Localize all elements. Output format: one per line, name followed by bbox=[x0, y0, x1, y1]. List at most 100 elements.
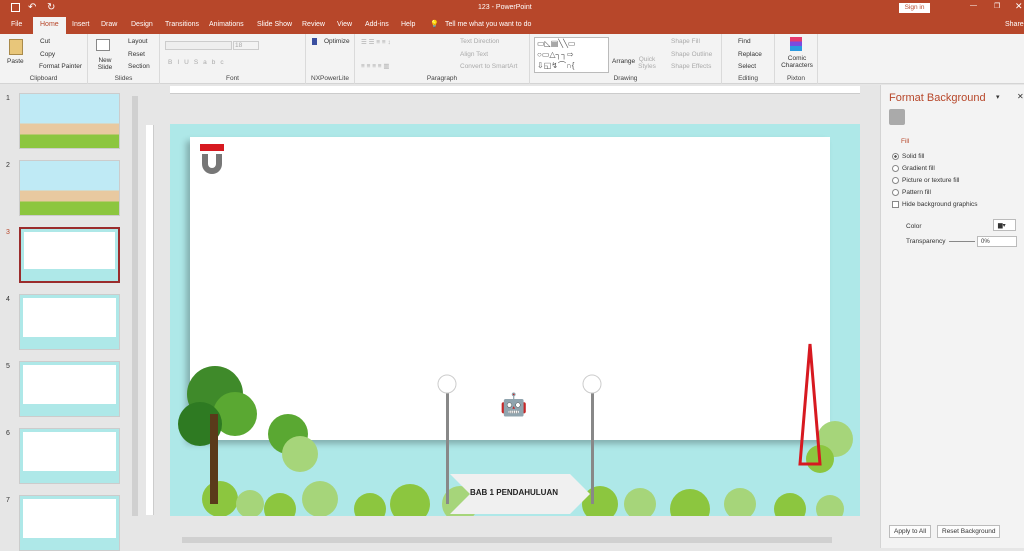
cut-button[interactable]: Cut bbox=[40, 38, 50, 45]
slide-number: 2 bbox=[6, 162, 10, 169]
format-background-pane: Format Background ▾ ✕ Fill Solid fill Gr… bbox=[880, 85, 1024, 548]
group-label: Paragraph bbox=[426, 75, 458, 82]
slide-number: 6 bbox=[6, 430, 10, 437]
find-button[interactable]: Find bbox=[738, 38, 751, 45]
undo-icon[interactable]: ↶ bbox=[28, 2, 36, 13]
horizontal-scrollbar[interactable] bbox=[182, 537, 832, 543]
option-label: Hide background graphics bbox=[902, 201, 978, 208]
slide-thumbnail[interactable] bbox=[19, 93, 120, 149]
new-slide-icon bbox=[96, 39, 110, 51]
option-label: Pattern fill bbox=[902, 189, 931, 196]
tab-view[interactable]: View bbox=[337, 21, 352, 28]
thumbnail-panel bbox=[23, 432, 116, 471]
tab-home[interactable]: Home bbox=[33, 17, 66, 34]
tab-design[interactable]: Design bbox=[131, 21, 153, 28]
robot-figure: 🤖 bbox=[500, 392, 528, 417]
tab-slide-show[interactable]: Slide Show bbox=[257, 21, 292, 28]
section-button[interactable]: Section bbox=[128, 63, 150, 70]
pane-close-button[interactable]: ✕ bbox=[1017, 92, 1024, 101]
vertical-ruler bbox=[146, 125, 154, 515]
transparency-slider[interactable] bbox=[949, 241, 975, 242]
align-text-button[interactable]: Align Text bbox=[460, 51, 488, 58]
tab-help[interactable]: Help bbox=[401, 21, 415, 28]
chapter-banner: BAB 1 PENDAHULUAN bbox=[470, 488, 559, 497]
tab-review[interactable]: Review bbox=[302, 21, 325, 28]
font-format-buttons[interactable]: BIUSabc bbox=[168, 59, 229, 66]
tab-draw[interactable]: Draw bbox=[101, 21, 117, 28]
replace-button[interactable]: Replace bbox=[738, 51, 762, 58]
group-drawing: ▭◺▤╲╲▭ ○▭△┐┐⇨ ⇩◱↯⌒∩{ Arrange Quick Styles … bbox=[530, 34, 722, 84]
reset-button[interactable]: Reset bbox=[128, 51, 145, 58]
pattern-fill-option[interactable]: Pattern fill bbox=[892, 189, 931, 196]
title-bar: ↶ ↻ 123 - PowerPoint Sign in — ❐ ✕ bbox=[0, 0, 1024, 17]
select-button[interactable]: Select bbox=[738, 63, 756, 70]
slide-thumbnail[interactable] bbox=[19, 428, 120, 484]
share-button[interactable]: Share bbox=[1005, 21, 1024, 28]
slide-thumbnail[interactable] bbox=[19, 361, 120, 417]
reset-background-button[interactable]: Reset Background bbox=[937, 525, 1001, 538]
copy-button[interactable]: Copy bbox=[40, 51, 55, 58]
group-slides: New Slide Layout Reset Section Slides bbox=[88, 34, 160, 84]
format-painter-button[interactable]: Format Painter bbox=[39, 63, 82, 70]
shape-fill-button[interactable]: Shape Fill bbox=[671, 38, 700, 45]
group-label: Pixton bbox=[786, 75, 806, 82]
tab-file[interactable]: File bbox=[11, 21, 22, 28]
close-button[interactable]: ✕ bbox=[1015, 1, 1023, 12]
fill-section-header[interactable]: Fill bbox=[901, 138, 909, 145]
apply-to-all-button[interactable]: Apply to All bbox=[889, 525, 932, 538]
tab-add-ins[interactable]: Add-ins bbox=[365, 21, 389, 28]
comic-characters-button[interactable]: Comic Characters bbox=[780, 55, 814, 69]
tell-me-input[interactable]: Tell me what you want to do bbox=[445, 21, 531, 28]
picture-fill-option[interactable]: Picture or texture fill bbox=[892, 177, 959, 184]
text-direction-button[interactable]: Text Direction bbox=[460, 38, 499, 45]
thumbnail-panel bbox=[24, 232, 115, 269]
paste-icon bbox=[9, 39, 23, 55]
font-size-input[interactable]: 18 bbox=[233, 41, 259, 50]
bullets-buttons[interactable]: ☰ ☰ ≡ ≡ ↕ bbox=[361, 38, 391, 46]
slide-thumbnail[interactable] bbox=[19, 294, 120, 350]
slide-thumbnail[interactable] bbox=[19, 160, 120, 216]
shapes-gallery[interactable]: ▭◺▤╲╲▭ ○▭△┐┐⇨ ⇩◱↯⌒∩{ bbox=[534, 37, 609, 73]
slide-number: 7 bbox=[6, 497, 10, 504]
thumbnail-scrollbar[interactable] bbox=[132, 96, 138, 516]
slide-editor: 🤖 BAB 1 PENDAHULUAN bbox=[142, 85, 882, 548]
thumbnail-panel bbox=[23, 499, 116, 538]
slide[interactable]: 🤖 BAB 1 PENDAHULUAN bbox=[170, 124, 860, 516]
save-icon[interactable] bbox=[11, 3, 20, 12]
tab-animations[interactable]: Animations bbox=[209, 21, 244, 28]
fill-icon[interactable] bbox=[889, 109, 905, 125]
slide-thumbnail[interactable] bbox=[19, 227, 120, 283]
tab-transitions[interactable]: Transitions bbox=[165, 21, 199, 28]
redo-icon[interactable]: ↻ bbox=[47, 2, 55, 13]
group-label: Drawing bbox=[613, 75, 638, 82]
tab-insert[interactable]: Insert bbox=[72, 21, 90, 28]
hide-bg-graphics-checkbox[interactable]: Hide background graphics bbox=[892, 201, 978, 208]
layout-button[interactable]: Layout bbox=[128, 38, 148, 45]
thumbnail-panel bbox=[23, 298, 116, 337]
minimize-button[interactable]: — bbox=[970, 2, 977, 9]
font-name-input[interactable] bbox=[165, 41, 232, 50]
arrange-button[interactable]: Arrange bbox=[612, 58, 635, 65]
shape-effects-button[interactable]: Shape Effects bbox=[671, 63, 711, 70]
group-label: Editing bbox=[738, 75, 758, 82]
restore-button[interactable]: ❐ bbox=[994, 2, 1000, 10]
gradient-fill-option[interactable]: Gradient fill bbox=[892, 165, 935, 172]
solid-fill-option[interactable]: Solid fill bbox=[892, 153, 924, 160]
pane-options-button[interactable]: ▾ bbox=[996, 93, 1000, 101]
group-label: NXPowerLite bbox=[311, 75, 349, 82]
option-label: Gradient fill bbox=[902, 165, 935, 172]
quick-styles-button[interactable]: Quick Styles bbox=[636, 56, 658, 70]
align-buttons[interactable]: ≡ ≡ ≡ ≡ ▥ bbox=[361, 62, 390, 70]
slide-number: 1 bbox=[6, 95, 10, 102]
color-picker-button[interactable]: ▆▾ bbox=[993, 219, 1016, 231]
ribbon-tabs: File Home Insert Draw Design Transitions… bbox=[0, 17, 1024, 34]
group-clipboard: Paste Cut Copy Format Painter Clipboard bbox=[0, 34, 88, 84]
paste-button[interactable]: Paste bbox=[7, 58, 24, 65]
slide-thumbnail[interactable] bbox=[19, 495, 120, 551]
new-slide-button[interactable]: New Slide bbox=[94, 57, 116, 71]
optimize-button[interactable]: Optimize bbox=[312, 38, 350, 45]
sign-in-button[interactable]: Sign in bbox=[899, 3, 930, 13]
shape-outline-button[interactable]: Shape Outline bbox=[671, 51, 712, 58]
transparency-input[interactable]: 0% bbox=[977, 236, 1017, 247]
convert-smartart-button[interactable]: Convert to SmartArt bbox=[460, 63, 517, 70]
